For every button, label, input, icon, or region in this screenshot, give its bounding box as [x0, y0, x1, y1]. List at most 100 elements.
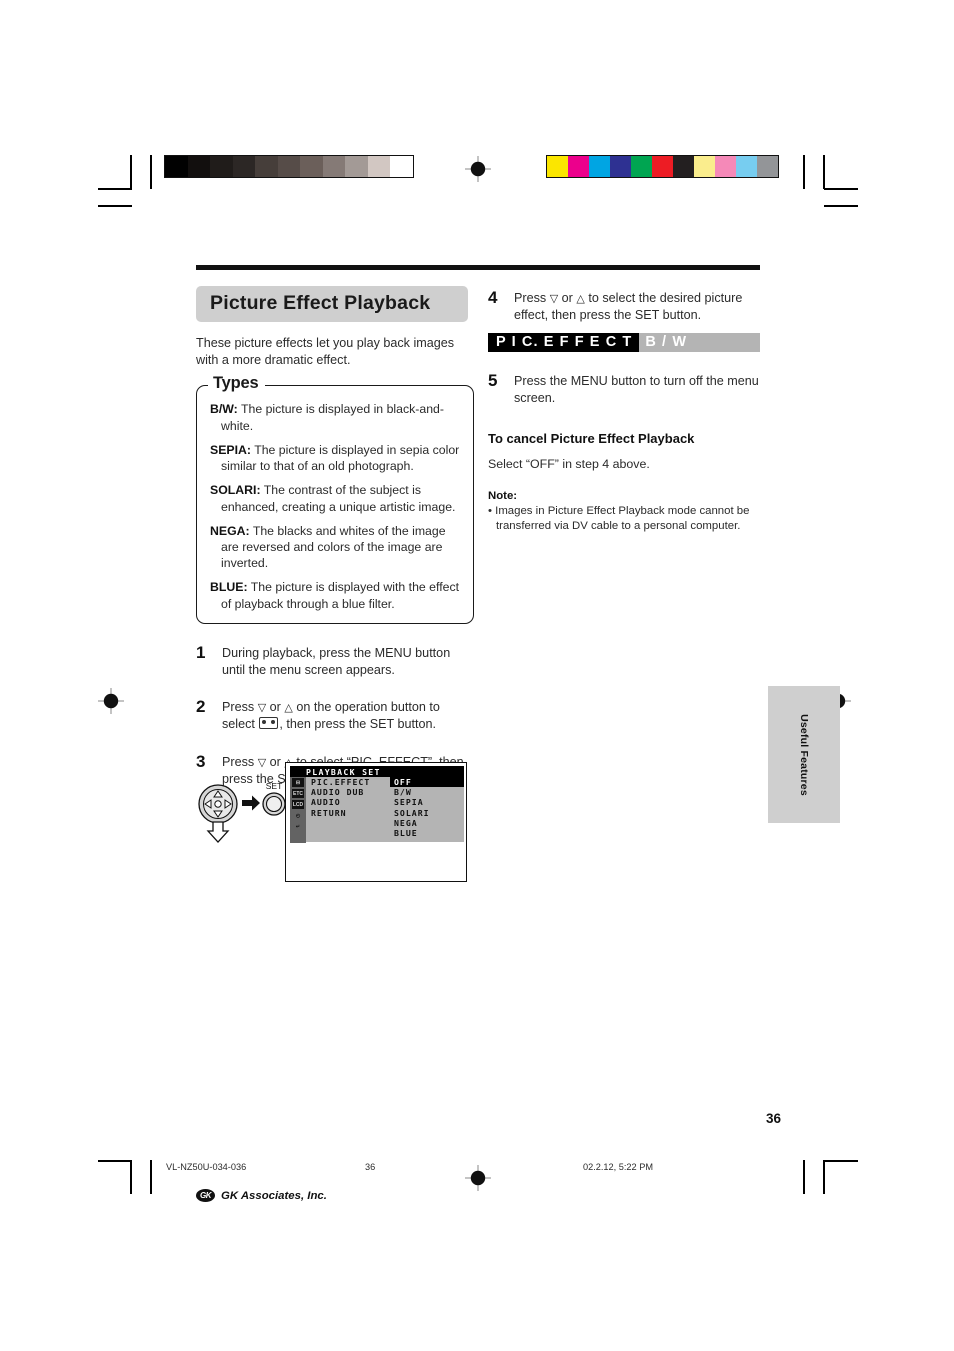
- right-column: 4 Press ▽ or △ to select the desired pic…: [488, 288, 760, 534]
- step-2-text-d: , then press the SET button.: [279, 717, 436, 732]
- color-swatch: [631, 156, 652, 177]
- menu-value[interactable]: B/W: [390, 787, 464, 797]
- type-item-term: SOLARI:: [210, 483, 261, 498]
- color-swatch: [715, 156, 736, 177]
- lcd-icon: LCD: [292, 800, 304, 809]
- cassette-tape-icon: [259, 717, 279, 730]
- section-intro: These picture effects let you play back …: [196, 336, 455, 367]
- crop-mark-br2-v: [803, 1160, 805, 1194]
- crop-mark-tl-h: [98, 188, 132, 190]
- step-4-number: 4: [488, 288, 498, 307]
- crop-mark-tr-v: [823, 155, 825, 189]
- cancel-heading: To cancel Picture Effect Playback: [488, 430, 695, 446]
- status-bar: P I C. E F F E C T B / W: [488, 333, 760, 353]
- grayscale-swatch: [255, 156, 278, 177]
- registration-mark-left: [98, 688, 124, 714]
- step-4-text-b: or: [558, 291, 577, 305]
- gk-logo-mark: GK: [196, 1189, 215, 1202]
- footer-timestamp: 02.2.12, 5:22 PM: [583, 1162, 653, 1172]
- down-triangle-icon: ▽: [257, 755, 267, 769]
- footer-page: 36: [365, 1162, 376, 1172]
- step-4-text-a: Press: [514, 291, 550, 305]
- gk-associates-logo: GK GK Associates, Inc.: [196, 1189, 327, 1202]
- color-swatch: [757, 156, 778, 177]
- menu-item[interactable]: AUDIO DUB: [306, 787, 390, 797]
- crop-mark-br-h: [824, 1160, 858, 1162]
- crop-mark-bl-h: [98, 1160, 132, 1162]
- gk-logo-name: GK Associates, Inc.: [221, 1189, 327, 1202]
- menu-value-column: OFF B/W SEPIA SOLARI NEGA BLUE: [390, 777, 464, 842]
- side-tab: Useful Features: [768, 686, 840, 823]
- step-2-number: 2: [196, 697, 206, 717]
- note-body: • Images in Picture Effect Playback mode…: [488, 504, 750, 532]
- type-item-term: NEGA:: [210, 523, 250, 538]
- step-2: 2 Press ▽ or △ on the operation button t…: [196, 697, 474, 732]
- step-4: 4 Press ▽ or △ to select the desired pic…: [488, 288, 760, 323]
- grayscale-swatch: [300, 156, 323, 177]
- down-triangle-icon: ▽: [257, 701, 267, 715]
- step-3-text-a: Press: [222, 754, 258, 769]
- menu-screen: PLAYBACK SET ⊟ ETC LCD ◴ ↵ PIC.EFFECT AUDIO D…: [290, 766, 464, 843]
- grayscale-calibration-bar: [164, 155, 414, 178]
- type-item-desc: The picture is displayed with the effect…: [221, 580, 460, 611]
- return-arrow-icon: ↵: [295, 823, 301, 830]
- color-swatch: [568, 156, 589, 177]
- set-button-label: SET: [266, 782, 283, 791]
- status-bar-key: P I C. E F F E C T: [488, 333, 640, 353]
- step-3-text-b: or: [266, 754, 285, 769]
- type-item: B/W: The picture is displayed in black-a…: [210, 401, 461, 433]
- page-number: 36: [766, 1111, 782, 1126]
- crop-mark-tr3-h: [824, 205, 858, 207]
- left-column: Picture Effect Playback These picture ef…: [196, 286, 474, 787]
- grayscale-swatch: [187, 156, 210, 177]
- crop-mark-tr2-v: [803, 155, 805, 189]
- grayscale-swatch: [367, 156, 390, 177]
- up-triangle-icon: △: [284, 701, 293, 715]
- color-swatch: [610, 156, 631, 177]
- registration-mark-bottom: [465, 1165, 491, 1191]
- grayscale-swatch: [277, 156, 300, 177]
- menu-title: PLAYBACK SET: [306, 767, 381, 777]
- step-1: 1 During playback, press the MENU button…: [196, 643, 474, 678]
- menu-value[interactable]: NEGA: [390, 818, 464, 828]
- menu-value[interactable]: SOLARI: [390, 808, 464, 818]
- registration-mark-top: [465, 156, 491, 182]
- menu-item[interactable]: AUDIO: [306, 797, 390, 807]
- menu-value[interactable]: SEPIA: [390, 797, 464, 807]
- step-1-text: During playback, press the MENU button u…: [222, 645, 451, 677]
- step-1-number: 1: [196, 642, 206, 662]
- type-item-desc: The picture is displayed in black-and-wh…: [221, 402, 444, 433]
- grayscale-swatch: [232, 156, 255, 177]
- color-swatch: [673, 156, 694, 177]
- type-item: SOLARI: The contrast of the subject is e…: [210, 482, 461, 514]
- step-5-number: 5: [488, 371, 498, 391]
- type-item: BLUE: The picture is displayed with the …: [210, 579, 461, 611]
- crop-mark-tl-v: [130, 155, 132, 189]
- types-box: Types B/W: The picture is displayed in b…: [196, 374, 474, 624]
- note-heading: Note:: [488, 489, 518, 502]
- type-item-term: B/W:: [210, 402, 238, 417]
- type-item: SEPIA: The picture is displayed in sepia…: [210, 442, 461, 474]
- menu-value[interactable]: BLUE: [390, 828, 464, 838]
- crop-mark-bl2-v: [150, 1160, 152, 1194]
- type-item-term: SEPIA:: [210, 442, 251, 457]
- down-triangle-icon: ▽: [549, 292, 559, 305]
- footer-file-id: VL-NZ50U-034-036: [166, 1162, 247, 1172]
- types-legend: Types: [208, 374, 266, 394]
- operation-button-diagram: SET: [196, 781, 288, 844]
- type-item-desc: The blacks and whites of the image are r…: [221, 523, 446, 571]
- color-calibration-bar: [546, 155, 779, 178]
- cassette-icon: ⊟: [292, 778, 304, 787]
- type-item: NEGA: The blacks and whites of the image…: [210, 523, 461, 572]
- step-2-text-a: Press: [222, 700, 258, 715]
- status-bar-value: B / W: [639, 333, 760, 353]
- header-rule: [196, 265, 760, 270]
- menu-item[interactable]: PIC.EFFECT: [306, 777, 390, 787]
- grayscale-swatch: [165, 156, 188, 177]
- menu-item[interactable]: RETURN: [306, 808, 390, 818]
- crop-mark-tl3-h: [98, 205, 132, 207]
- grayscale-swatch: [322, 156, 345, 177]
- menu-icon-column: ⊟ ETC LCD ◴ ↵: [290, 777, 306, 843]
- color-swatch: [652, 156, 673, 177]
- menu-value[interactable]: OFF: [390, 777, 464, 788]
